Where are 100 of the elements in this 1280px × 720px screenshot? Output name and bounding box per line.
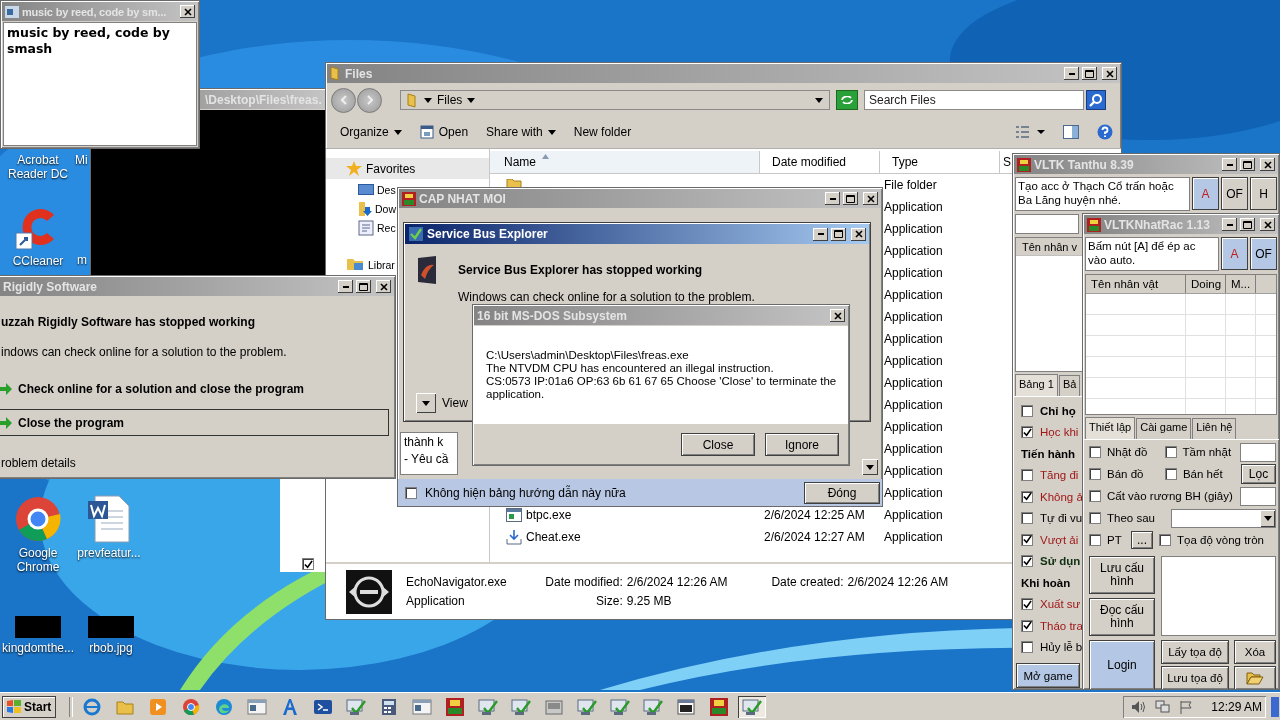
open-folder-button[interactable] <box>1234 666 1276 689</box>
checkbox[interactable] <box>1089 490 1101 502</box>
checkbox[interactable] <box>1164 468 1177 480</box>
checkbox[interactable] <box>1021 598 1033 611</box>
back-button[interactable] <box>331 87 356 113</box>
image-thumbnail[interactable] <box>88 616 134 638</box>
sidebar-item[interactable]: Rec <box>358 218 396 237</box>
login-button[interactable]: Login <box>1089 640 1155 689</box>
forward-button[interactable] <box>357 87 382 113</box>
maximize-button[interactable] <box>1240 158 1255 171</box>
mode-button[interactable]: H <box>1250 177 1277 210</box>
preview-pane-icon[interactable] <box>1063 125 1079 139</box>
delete-button[interactable]: Xóa <box>1234 640 1276 664</box>
tab[interactable]: Liên hệ <box>1192 418 1237 439</box>
checkbox[interactable] <box>1021 641 1033 654</box>
mode-button[interactable]: OF <box>1221 177 1248 210</box>
close-button[interactable] <box>863 192 878 205</box>
details-link[interactable]: roblem details <box>1 456 76 470</box>
checkbox[interactable] <box>1089 534 1101 546</box>
checkbox[interactable] <box>1089 512 1101 524</box>
column-header[interactable]: S <box>1000 151 1011 173</box>
refresh-button[interactable] <box>836 90 858 110</box>
close-button[interactable] <box>1102 67 1117 80</box>
mode-button[interactable]: A <box>1192 177 1219 210</box>
checkbox[interactable] <box>1021 533 1033 546</box>
show-desktop-button[interactable] <box>1271 696 1279 717</box>
expand-button[interactable] <box>416 393 436 413</box>
dropdown[interactable] <box>1171 508 1276 528</box>
input-field[interactable] <box>1240 486 1276 506</box>
flag-icon[interactable] <box>1179 699 1194 714</box>
maximize-button[interactable] <box>831 227 846 241</box>
minimize-button[interactable] <box>1222 218 1237 231</box>
checkbox[interactable] <box>1159 534 1171 546</box>
checkbox[interactable] <box>1089 446 1101 458</box>
checkbox[interactable] <box>1021 555 1033 568</box>
input-field[interactable] <box>1015 214 1079 234</box>
maximize-button[interactable] <box>356 280 371 293</box>
sidebar-item[interactable]: Librar <box>346 255 395 274</box>
icon-label[interactable]: Google Chrome <box>2 546 74 574</box>
file-name[interactable]: Cheat.exe <box>526 530 581 544</box>
dialog-button[interactable]: Đóng <box>804 481 880 504</box>
icon-label[interactable]: Acrobat Reader DC <box>2 153 74 181</box>
checkbox[interactable] <box>1021 512 1033 525</box>
scroll-down-button[interactable] <box>862 459 878 475</box>
checkbox[interactable] <box>1164 446 1177 458</box>
minimize-button[interactable] <box>813 227 828 241</box>
minimize-button[interactable] <box>338 280 353 293</box>
mode-button[interactable]: OF <box>1250 237 1277 270</box>
icon-label[interactable]: rbob.jpg <box>89 641 133 655</box>
close-button[interactable] <box>851 227 866 241</box>
option-button[interactable]: Close the program <box>0 409 389 436</box>
clock[interactable]: 12:29 AM <box>1211 699 1262 714</box>
search-field[interactable]: Search Files <box>864 90 1084 110</box>
dialog-button[interactable]: Close <box>681 433 755 456</box>
toolbar-button[interactable]: Organize <box>340 125 402 139</box>
tab[interactable]: Thiết lập <box>1085 417 1136 439</box>
image-thumbnail[interactable] <box>15 616 61 638</box>
chrome-icon[interactable] <box>14 495 62 543</box>
column-header[interactable]: Doing <box>1186 275 1226 293</box>
close-button[interactable] <box>1260 158 1275 171</box>
checkbox[interactable] <box>1021 404 1033 417</box>
notes-area[interactable]: thành k - Yêu cầ <box>400 432 458 475</box>
save-coords-button[interactable]: Lưu tọa độ <box>1161 666 1229 689</box>
mode-button[interactable]: A <box>1221 237 1248 270</box>
open-game-button[interactable]: Mở game <box>1016 663 1080 688</box>
checkbox[interactable] <box>405 486 417 499</box>
party-button[interactable]: ... <box>1131 531 1153 549</box>
column-header[interactable]: Type <box>880 151 1000 173</box>
maximize-button[interactable] <box>1082 67 1097 80</box>
column-header[interactable]: Date modified <box>760 151 880 173</box>
checkbox[interactable] <box>1021 619 1033 632</box>
checkbox[interactable] <box>1021 490 1033 503</box>
close-button[interactable] <box>1260 218 1275 231</box>
icon-label[interactable]: Mi <box>75 153 88 167</box>
checkbox[interactable] <box>302 558 314 570</box>
option-button[interactable]: Check online for a solution and close the program <box>0 375 389 402</box>
input-field[interactable] <box>1240 442 1276 462</box>
icon-label[interactable]: kingdomthe... <box>1 641 74 655</box>
view-options-icon[interactable] <box>1015 125 1045 139</box>
tab[interactable]: Cài game <box>1136 418 1192 439</box>
document-icon[interactable] <box>87 495 131 543</box>
checkbox[interactable] <box>1021 469 1033 482</box>
start-button[interactable]: Start <box>2 695 57 718</box>
save-config-button[interactable]: Lưu cấu hình <box>1089 556 1155 594</box>
close-button[interactable] <box>180 5 195 18</box>
minimize-button[interactable] <box>825 192 840 205</box>
minimize-button[interactable] <box>1222 158 1237 171</box>
search-button[interactable] <box>1086 90 1106 110</box>
sidebar-item[interactable]: Des <box>358 180 396 199</box>
column-header[interactable]: Name <box>490 151 760 173</box>
column-header[interactable]: Tên nhân vật <box>1086 275 1186 293</box>
tab[interactable]: Bả <box>1058 375 1081 396</box>
help-icon[interactable] <box>1097 124 1113 140</box>
dialog-button[interactable]: Ignore <box>765 433 839 456</box>
sidebar-item[interactable]: Favorites <box>326 158 489 179</box>
tab[interactable]: Bảng 1 <box>1015 374 1058 396</box>
close-button[interactable] <box>830 309 845 322</box>
close-button[interactable] <box>376 280 391 293</box>
minimize-button[interactable] <box>1064 67 1079 80</box>
taskbar-item[interactable] <box>738 695 767 718</box>
